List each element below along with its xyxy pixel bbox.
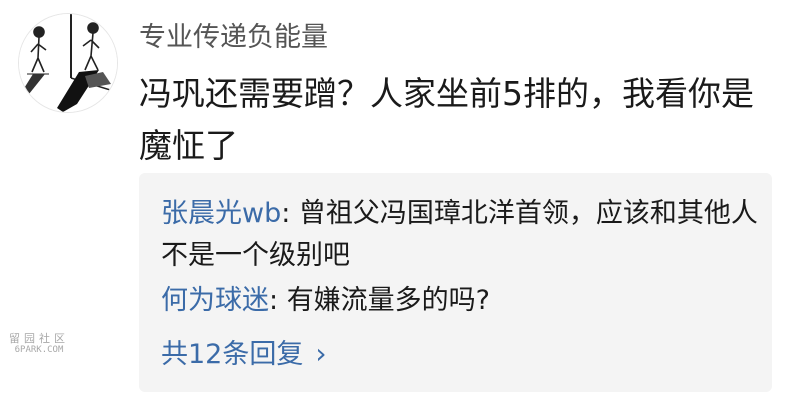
view-all-replies-link[interactable]: 共12条回复 › <box>161 334 327 375</box>
reply-separator: : <box>269 285 287 316</box>
reply-author[interactable]: 何为球迷 <box>161 285 269 316</box>
watermark-line-1: 留园社区 <box>9 332 69 345</box>
reply-text: 有嫌流量多的吗? <box>286 285 491 316</box>
watermark: 留园社区 6PARK.COM <box>4 333 74 356</box>
reply-separator: : <box>281 198 299 229</box>
reply-item[interactable]: 张晨光wb: 曾祖父冯国璋北洋首领，应该和其他人不是一个级别吧 <box>161 193 761 277</box>
watermark-line-2: 6PARK.COM <box>14 345 64 355</box>
reply-preview-box[interactable]: 张晨光wb: 曾祖父冯国璋北洋首领，应该和其他人不是一个级别吧 何为球迷: 有嫌… <box>139 173 772 392</box>
comment-card: 专业传递负能量 冯巩还需要蹭？人家坐前5排的，我看你是魔怔了 张晨光wb: 曾祖… <box>0 0 800 403</box>
comment-text: 冯巩还需要蹭？人家坐前5排的，我看你是魔怔了 <box>139 74 754 165</box>
avatar[interactable] <box>19 14 117 112</box>
username[interactable]: 专业传递负能量 <box>139 20 328 56</box>
view-all-replies-label: 共12条回复 <box>161 339 304 370</box>
reply-author[interactable]: 张晨光wb <box>161 198 281 229</box>
chevron-right-icon: › <box>315 337 327 370</box>
avatar-illustration <box>19 14 117 112</box>
reply-item[interactable]: 何为球迷: 有嫌流量多的吗? <box>161 280 761 322</box>
